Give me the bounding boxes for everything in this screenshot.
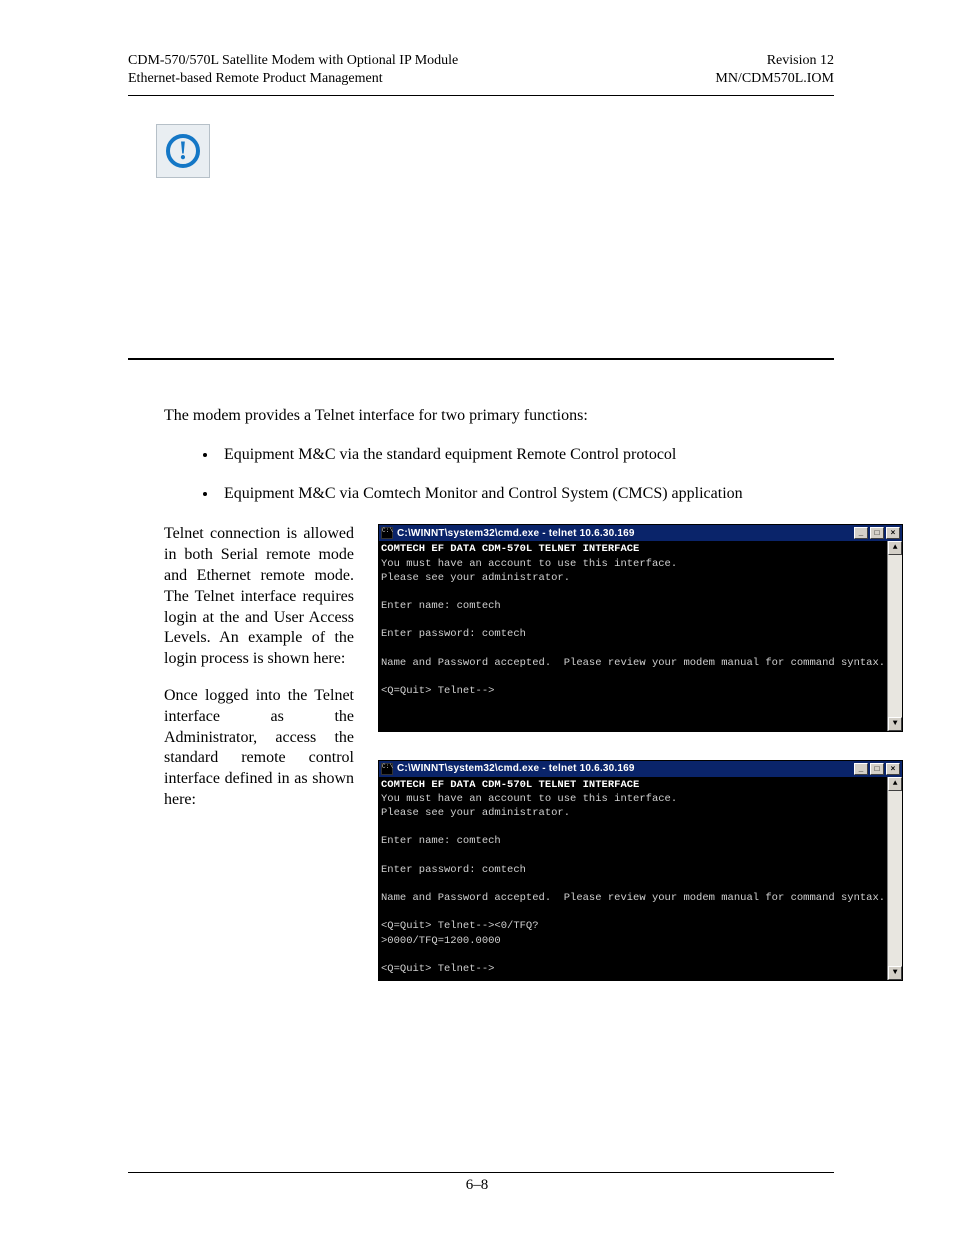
header-left: CDM-570/570L Satellite Modem with Option… — [128, 52, 458, 87]
terminal-body-wrap: COMTECH EF DATA CDM-570L TELNET INTERFAC… — [379, 777, 902, 980]
terminal-line: You must have an account to use this int… — [381, 793, 677, 805]
terminal-scrollbar[interactable]: ▲ ▼ — [887, 777, 902, 980]
list-item: Equipment M&C via Comtech Monitor and Co… — [218, 484, 834, 505]
header-left-line1: CDM-570/570L Satellite Modem with Option… — [128, 53, 458, 68]
cmd-icon — [381, 527, 393, 539]
paragraph-2: Once logged into the Telnet interface as… — [164, 686, 354, 811]
terminal-body-wrap: COMTECH EF DATA CDM-570L TELNET INTERFAC… — [379, 541, 902, 730]
minimize-button[interactable]: _ — [854, 527, 868, 539]
scroll-down-button[interactable]: ▼ — [888, 717, 902, 731]
terminal-title-text: C:\WINNT\system32\cmd.exe - telnet 10.6.… — [397, 762, 635, 776]
section-divider — [128, 358, 834, 360]
terminal-line: Enter password: comtech — [381, 864, 526, 876]
header-right-line1: Revision 12 — [767, 53, 834, 68]
cmd-icon — [381, 763, 393, 775]
alert-glyph: ! — [179, 134, 188, 168]
header-left-line2: Ethernet-based Remote Product Management — [128, 71, 383, 86]
maximize-button[interactable]: □ — [870, 527, 884, 539]
scroll-track[interactable] — [888, 555, 902, 716]
alert-badge: ! — [156, 124, 210, 178]
terminal-scrollbar[interactable]: ▲ ▼ — [887, 541, 902, 730]
minimize-button[interactable]: _ — [854, 763, 868, 775]
terminal-line: <Q=Quit> Telnet--> — [381, 963, 494, 975]
scroll-up-button[interactable]: ▲ — [888, 777, 902, 791]
header-rule — [128, 95, 834, 96]
terminal-line: Enter name: comtech — [381, 835, 501, 847]
close-button[interactable]: × — [886, 763, 900, 775]
terminal-line: Enter password: comtech — [381, 628, 526, 640]
terminal-line: COMTECH EF DATA CDM-570L TELNET INTERFAC… — [381, 779, 639, 791]
scroll-track[interactable] — [888, 791, 902, 966]
terminal-line: COMTECH EF DATA CDM-570L TELNET INTERFAC… — [381, 543, 639, 555]
terminal-line: Name and Password accepted. Please revie… — [381, 892, 885, 904]
intro-paragraph: The modem provides a Telnet interface fo… — [164, 406, 834, 427]
list-item: Equipment M&C via the standard equipment… — [218, 445, 834, 466]
terminal-titlebar[interactable]: C:\WINNT\system32\cmd.exe - telnet 10.6.… — [379, 525, 902, 541]
scroll-down-button[interactable]: ▼ — [888, 966, 902, 980]
terminal-line: Please see your administrator. — [381, 572, 570, 584]
terminal-window-1: C:\WINNT\system32\cmd.exe - telnet 10.6.… — [378, 524, 903, 731]
left-column: Telnet connection is allowed in both Ser… — [164, 524, 354, 981]
maximize-button[interactable]: □ — [870, 763, 884, 775]
terminal-body[interactable]: COMTECH EF DATA CDM-570L TELNET INTERFAC… — [379, 541, 887, 730]
terminal-line: >0000/TFQ=1200.0000 — [381, 935, 501, 947]
terminal-line: Please see your administrator. — [381, 807, 570, 819]
page-header: CDM-570/570L Satellite Modem with Option… — [128, 52, 834, 87]
terminal-line: Enter name: comtech — [381, 600, 501, 612]
right-column: C:\WINNT\system32\cmd.exe - telnet 10.6.… — [378, 524, 903, 981]
header-right: Revision 12 MN/CDM570L.IOM — [715, 52, 834, 87]
terminal-window-2: C:\WINNT\system32\cmd.exe - telnet 10.6.… — [378, 760, 903, 981]
two-column-area: Telnet connection is allowed in both Ser… — [164, 524, 834, 981]
terminal-body[interactable]: COMTECH EF DATA CDM-570L TELNET INTERFAC… — [379, 777, 887, 980]
header-right-line2: MN/CDM570L.IOM — [715, 71, 834, 86]
terminal-line: <Q=Quit> Telnet--><0/TFQ? — [381, 920, 539, 932]
close-button[interactable]: × — [886, 527, 900, 539]
terminal-line: <Q=Quit> Telnet--> — [381, 685, 494, 697]
page: CDM-570/570L Satellite Modem with Option… — [0, 0, 954, 1235]
footer-rule — [128, 1172, 834, 1173]
terminal-line: You must have an account to use this int… — [381, 558, 677, 570]
terminal-titlebar[interactable]: C:\WINNT\system32\cmd.exe - telnet 10.6.… — [379, 761, 902, 777]
paragraph-1: Telnet connection is allowed in both Ser… — [164, 524, 354, 670]
page-number: 6–8 — [0, 1176, 954, 1196]
exclamation-icon: ! — [166, 134, 200, 168]
scroll-up-button[interactable]: ▲ — [888, 541, 902, 555]
terminal-line: Name and Password accepted. Please revie… — [381, 657, 885, 669]
bullet-list: Equipment M&C via the standard equipment… — [164, 445, 834, 505]
terminal-title-text: C:\WINNT\system32\cmd.exe - telnet 10.6.… — [397, 527, 635, 541]
body-content: The modem provides a Telnet interface fo… — [128, 406, 834, 981]
